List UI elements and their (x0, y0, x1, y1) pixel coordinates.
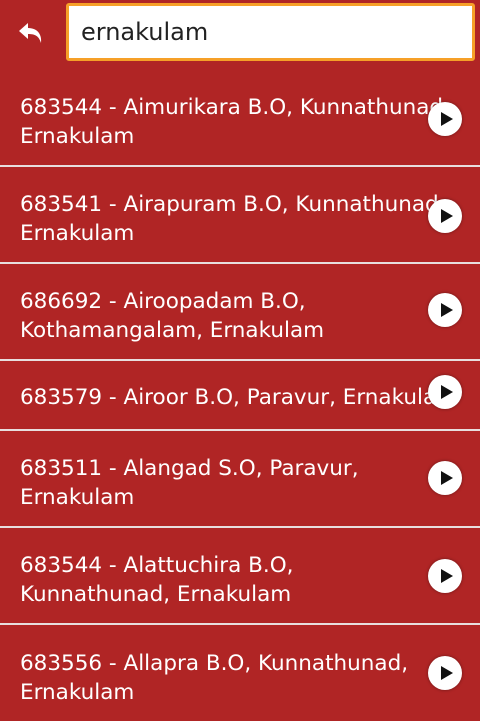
play-icon[interactable] (428, 293, 462, 327)
results-list: 683544 - Aimurikara B.O, Kunnathunad, Er… (0, 70, 480, 721)
list-item[interactable]: 683544 - Alattuchira B.O, Kunnathunad, E… (0, 528, 480, 625)
search-input[interactable] (66, 3, 475, 61)
list-item[interactable]: 683544 - Aimurikara B.O, Kunnathunad, Er… (0, 70, 480, 167)
top-bar (0, 0, 480, 70)
list-item-text: 683544 - Aimurikara B.O, Kunnathunad, Er… (20, 95, 450, 149)
play-icon[interactable] (428, 461, 462, 495)
list-item-text: 683579 - Airoor B.O, Paravur, Ernakulam (20, 385, 450, 410)
list-item[interactable]: 683556 - Allapra B.O, Kunnathunad, Ernak… (0, 625, 480, 721)
play-icon[interactable] (428, 199, 462, 233)
list-item[interactable]: 683511 - Alangad S.O, Paravur, Ernakulam (0, 431, 480, 528)
play-icon[interactable] (428, 375, 462, 409)
list-item[interactable]: 683541 - Airapuram B.O, Kunnathunad, Ern… (0, 167, 480, 264)
list-item-text: 683556 - Allapra B.O, Kunnathunad, Ernak… (20, 651, 409, 705)
back-arrow-icon (19, 23, 42, 43)
play-icon[interactable] (428, 102, 462, 136)
app-screen: 683544 - Aimurikara B.O, Kunnathunad, Er… (0, 0, 480, 721)
back-button[interactable] (10, 12, 54, 56)
list-item[interactable]: 686692 - Airoopadam B.O, Kothamangalam, … (0, 264, 480, 361)
play-icon[interactable] (428, 656, 462, 690)
list-item-text: 686692 - Airoopadam B.O, Kothamangalam, … (20, 289, 325, 343)
list-item[interactable]: 683579 - Airoor B.O, Paravur, Ernakulam (0, 361, 480, 431)
list-item-text: 683511 - Alangad S.O, Paravur, Ernakulam (20, 456, 359, 510)
play-icon[interactable] (428, 559, 462, 593)
list-item-text: 683544 - Alattuchira B.O, Kunnathunad, E… (20, 553, 294, 607)
list-item-text: 683541 - Airapuram B.O, Kunnathunad, Ern… (20, 192, 446, 246)
